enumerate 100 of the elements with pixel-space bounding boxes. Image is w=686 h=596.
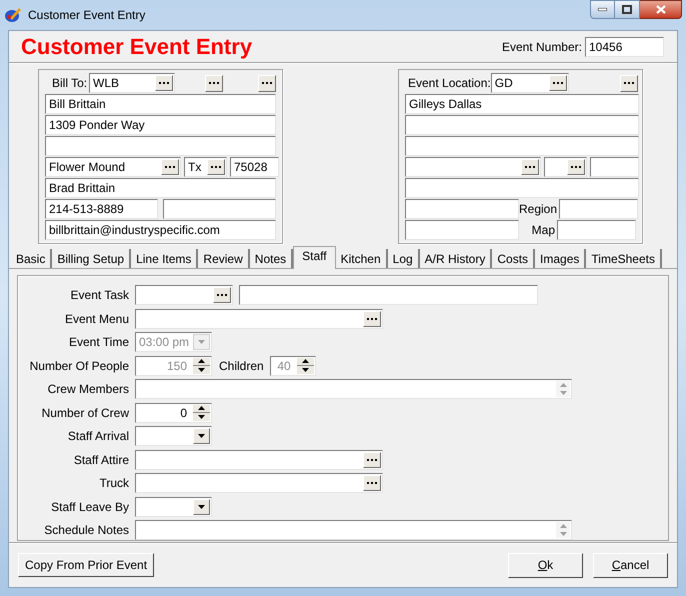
lookup-button[interactable]	[521, 159, 539, 175]
input-field[interactable]	[559, 199, 638, 219]
field-label: Schedule Notes	[44, 522, 129, 539]
minimize-icon	[598, 8, 607, 11]
field-label: Children	[219, 358, 264, 374]
input-field[interactable]: 10456	[585, 36, 664, 56]
down-arrow-icon	[560, 532, 566, 536]
input-field[interactable]	[405, 220, 519, 240]
app-icon	[4, 6, 22, 24]
tab[interactable]: TimeSheets	[586, 249, 662, 268]
minimize-button[interactable]	[590, 0, 615, 19]
lookup-button[interactable]	[363, 310, 381, 326]
field-label: Staff Leave By	[51, 498, 129, 516]
close-button[interactable]	[640, 0, 682, 19]
tab[interactable]: Staff	[293, 246, 336, 269]
spin-up-button[interactable]	[193, 404, 210, 412]
tab[interactable]: Costs	[492, 249, 536, 268]
tab[interactable]: Billing Setup	[52, 249, 132, 268]
input-field[interactable]	[135, 473, 383, 493]
field-label: Event Number:	[502, 38, 582, 56]
lookup-button[interactable]	[207, 159, 225, 175]
input-field[interactable]	[405, 115, 639, 135]
close-icon	[656, 5, 666, 14]
lookup-button[interactable]	[155, 75, 173, 91]
field-label: Event Task	[70, 287, 129, 304]
lookup-button[interactable]	[567, 159, 585, 175]
field-label: Number Of People	[30, 358, 129, 374]
lookup-button[interactable]	[363, 475, 381, 491]
down-arrow-icon	[198, 504, 205, 508]
input-field[interactable]: Gilleys Dallas	[405, 94, 639, 114]
input-field[interactable]	[163, 199, 276, 219]
down-arrow-icon	[198, 340, 205, 344]
copy-from-prior-event-button[interactable]: Copy From Prior Event	[18, 553, 154, 577]
input-field[interactable]	[405, 199, 519, 219]
lookup-button[interactable]	[258, 74, 276, 92]
up-arrow-icon	[560, 524, 566, 528]
down-arrow-icon	[302, 368, 309, 372]
input-field[interactable]: Tx	[184, 157, 227, 177]
input-field[interactable]	[135, 520, 572, 540]
input-field[interactable]: Bill Brittain	[45, 94, 276, 114]
input-field[interactable]	[544, 157, 587, 177]
input-field[interactable]	[405, 136, 639, 156]
field-label: Number of Crew	[42, 404, 129, 422]
input-field[interactable]: WLB	[89, 73, 175, 93]
input-field[interactable]: 75028	[230, 157, 279, 177]
input-field[interactable]	[45, 136, 276, 156]
input-field[interactable]	[135, 379, 572, 399]
page-title: Customer Event Entry	[21, 33, 252, 61]
input-field[interactable]: GD	[490, 73, 569, 93]
input-field[interactable]	[405, 178, 639, 198]
field-label: Staff Attire	[74, 452, 129, 468]
input-field[interactable]	[405, 157, 541, 177]
input-field[interactable]: 0	[135, 402, 212, 422]
field-label: Event Time	[68, 334, 129, 351]
tab[interactable]: Line Items	[131, 249, 198, 268]
maximize-icon	[622, 5, 632, 14]
lookup-button[interactable]	[620, 74, 638, 92]
field-label: Map	[530, 222, 556, 239]
down-arrow-icon	[198, 368, 205, 372]
input-field[interactable]	[135, 308, 383, 328]
ok-button[interactable]: Ok	[508, 552, 583, 578]
window-title: Customer Event Entry	[28, 7, 146, 24]
cancel-button[interactable]: Cancel	[593, 552, 668, 578]
tab[interactable]: Log	[388, 249, 420, 268]
field-label: Staff Arrival	[68, 428, 129, 445]
up-arrow-icon	[302, 359, 309, 363]
tab[interactable]: Basic	[11, 249, 52, 268]
input-field[interactable]	[135, 450, 383, 470]
up-arrow-icon	[560, 383, 566, 387]
input-field[interactable]: billbrittain@industryspecific.com	[45, 220, 276, 240]
down-arrow-icon	[198, 434, 205, 438]
input-field[interactable]	[590, 157, 639, 177]
maximize-button[interactable]	[615, 0, 640, 19]
input-field[interactable]	[135, 426, 212, 446]
field-label: Event Location:	[408, 75, 491, 92]
input-field[interactable]	[239, 285, 538, 305]
lookup-button[interactable]	[205, 74, 223, 92]
tab[interactable]: Images	[535, 249, 586, 268]
lookup-button[interactable]	[213, 287, 231, 303]
input-field[interactable]: Brad Brittain	[45, 178, 276, 198]
input-field[interactable]: 214-513-8889	[45, 199, 158, 219]
up-arrow-icon	[198, 359, 205, 363]
lookup-button[interactable]	[548, 75, 567, 91]
scrollbar[interactable]	[556, 381, 570, 397]
tab[interactable]: Review	[198, 249, 250, 268]
scrollbar[interactable]	[556, 522, 570, 538]
field-label: Event Menu	[64, 310, 129, 328]
lookup-button[interactable]	[363, 452, 381, 468]
field-label: Crew Members	[48, 381, 129, 398]
field-label: Region	[519, 201, 558, 218]
input-field[interactable]	[135, 496, 212, 516]
lookup-button[interactable]	[161, 159, 179, 175]
input-field[interactable]: 1309 Ponder Way	[45, 115, 276, 135]
tab[interactable]: A/R History	[420, 249, 492, 268]
input-field[interactable]	[557, 220, 636, 240]
input-field[interactable]: Flower Mound	[45, 157, 181, 177]
field-label: Bill To:	[52, 75, 88, 92]
down-arrow-icon	[560, 391, 566, 395]
input-field[interactable]	[135, 285, 233, 305]
tab[interactable]: Kitchen	[336, 249, 388, 268]
